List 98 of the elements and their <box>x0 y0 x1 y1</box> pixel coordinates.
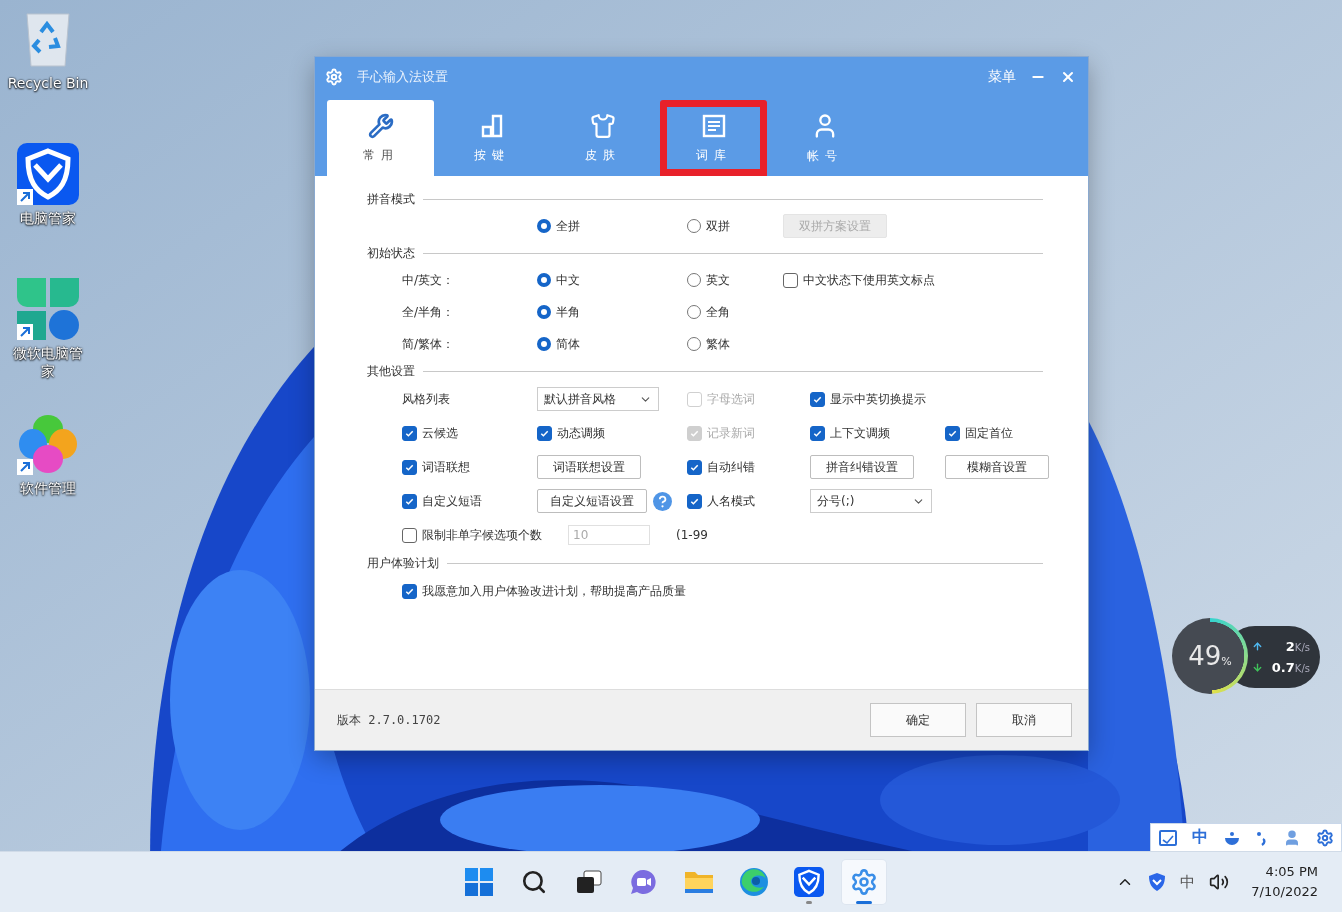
shield-app-icon <box>793 867 824 897</box>
checkbox[interactable] <box>687 459 702 475</box>
tab-label: 帐号 <box>806 147 843 165</box>
running-indicator <box>855 901 872 904</box>
checkbox[interactable] <box>537 425 552 441</box>
help-icon[interactable] <box>653 491 672 511</box>
radio-option[interactable]: 全角 <box>687 303 730 321</box>
radio-button[interactable] <box>687 305 701 319</box>
checkbox-option[interactable]: 动态调频 <box>537 424 605 442</box>
radio-option[interactable]: 全拼 <box>537 217 580 235</box>
dropdown[interactable]: 分号(;) <box>810 489 932 513</box>
gear-icon <box>325 68 343 86</box>
radio-button[interactable] <box>537 219 551 233</box>
input-method-indicator[interactable]: 中 <box>1180 872 1196 892</box>
checkbox[interactable] <box>687 493 702 509</box>
tab[interactable]: 常用 <box>327 100 434 176</box>
radio-option[interactable]: 繁体 <box>687 335 730 353</box>
radio-button[interactable] <box>687 219 701 233</box>
search-icon <box>520 869 547 895</box>
four-leaf-icon <box>17 278 79 340</box>
checkbox[interactable] <box>402 493 417 509</box>
wrench-icon <box>367 112 394 139</box>
speaker-icon[interactable] <box>1209 872 1230 892</box>
checkbox[interactable] <box>402 425 417 441</box>
clock[interactable]: 4:05 PM 7/10/2022 <box>1251 862 1318 902</box>
petals-icon <box>17 413 79 475</box>
checkbox[interactable] <box>402 527 417 543</box>
meter-value: 49 <box>1188 641 1222 671</box>
tab-label: 皮肤 <box>584 146 621 164</box>
tab-label: 常用 <box>362 146 399 164</box>
tab-label: 词库 <box>695 146 732 164</box>
checkbox[interactable] <box>810 425 825 441</box>
option-label: 风格列表 <box>402 390 451 408</box>
settings-button[interactable]: 拼音纠错设置 <box>810 455 914 479</box>
download-speed: 0.7K/s <box>1271 660 1310 675</box>
gear-icon <box>849 868 878 896</box>
checkbox-option[interactable]: 中文状态下使用英文标点 <box>783 271 935 289</box>
window-title: 手心输入法设置 <box>357 68 449 86</box>
dropdown[interactable]: 默认拼音风格 <box>537 387 659 411</box>
checkbox-option[interactable]: 显示中英切换提示 <box>810 390 926 408</box>
radio-button[interactable] <box>537 305 551 319</box>
option-label: 简/繁体： <box>402 335 456 353</box>
checkbox-option[interactable]: 我愿意加入用户体验改进计划，帮助提高产品质量 <box>402 582 686 600</box>
radio-option[interactable]: 双拼 <box>687 217 730 235</box>
option-label: 全/半角： <box>402 303 456 321</box>
checkbox-option[interactable]: 自定义短语 <box>402 492 482 510</box>
checkbox[interactable] <box>945 425 960 441</box>
tab-label: 按键 <box>473 146 510 164</box>
shirt-icon <box>589 112 616 139</box>
checkbox-option[interactable]: 限制非单字候选项个数 <box>402 526 542 544</box>
radio-option[interactable]: 简体 <box>537 335 580 353</box>
dialog-button[interactable]: 确定 <box>870 703 966 737</box>
download-arrow-icon <box>1252 662 1263 673</box>
checkbox[interactable] <box>402 583 417 599</box>
radio-option[interactable]: 英文 <box>687 271 730 289</box>
ime-mode[interactable]: 中 <box>1191 827 1208 848</box>
checkbox[interactable] <box>783 272 798 288</box>
checkbox[interactable] <box>402 459 417 475</box>
task-view-icon <box>575 870 602 894</box>
dialog-button[interactable]: 取消 <box>976 703 1072 737</box>
radio-option[interactable]: 半角 <box>537 303 580 321</box>
close-icon[interactable] <box>1060 69 1076 85</box>
shield-icon[interactable] <box>1148 872 1167 892</box>
checkbox-option[interactable]: 上下文调频 <box>810 424 890 442</box>
radio-button[interactable] <box>537 273 551 287</box>
keyboard-icon[interactable] <box>1158 829 1177 846</box>
upload-speed: 2K/s <box>1285 639 1310 654</box>
document-icon <box>700 112 727 139</box>
section-title: 初始状态 <box>367 244 415 262</box>
checkbox[interactable] <box>810 391 825 407</box>
gear-icon[interactable] <box>1315 828 1334 847</box>
checkbox-option[interactable]: 词语联想 <box>402 458 470 476</box>
video-chat-icon <box>628 868 659 896</box>
checkbox-option[interactable]: 自动纠错 <box>687 458 755 476</box>
range-hint: (1-99 <box>676 528 708 542</box>
meter-unit: % <box>1221 654 1232 668</box>
shield-app-icon <box>17 143 79 205</box>
version-text: 版本 2.7.0.1702 <box>337 711 442 729</box>
edge-icon <box>738 867 769 897</box>
checkbox-option[interactable]: 人名模式 <box>687 492 755 510</box>
upload-arrow-icon <box>1252 641 1263 652</box>
section-title: 用户体验计划 <box>367 554 439 572</box>
settings-button[interactable]: 自定义短语设置 <box>537 489 647 513</box>
settings-button[interactable]: 词语联想设置 <box>537 455 641 479</box>
section-title: 拼音模式 <box>367 190 415 208</box>
radio-option[interactable]: 中文 <box>537 271 580 289</box>
folder-icon <box>683 869 714 895</box>
checkbox-option[interactable]: 云候选 <box>402 424 458 442</box>
recycle-bin-icon <box>23 10 73 68</box>
radio-button[interactable] <box>687 273 701 287</box>
checkbox-option[interactable]: 固定首位 <box>945 424 1013 442</box>
radio-button[interactable] <box>687 337 701 351</box>
radio-button[interactable] <box>537 337 551 351</box>
option-label: 中/英文： <box>402 271 456 289</box>
windows-icon <box>464 868 493 896</box>
section-title: 其他设置 <box>367 362 415 380</box>
settings-button[interactable]: 模糊音设置 <box>945 455 1049 479</box>
running-indicator <box>805 901 812 904</box>
